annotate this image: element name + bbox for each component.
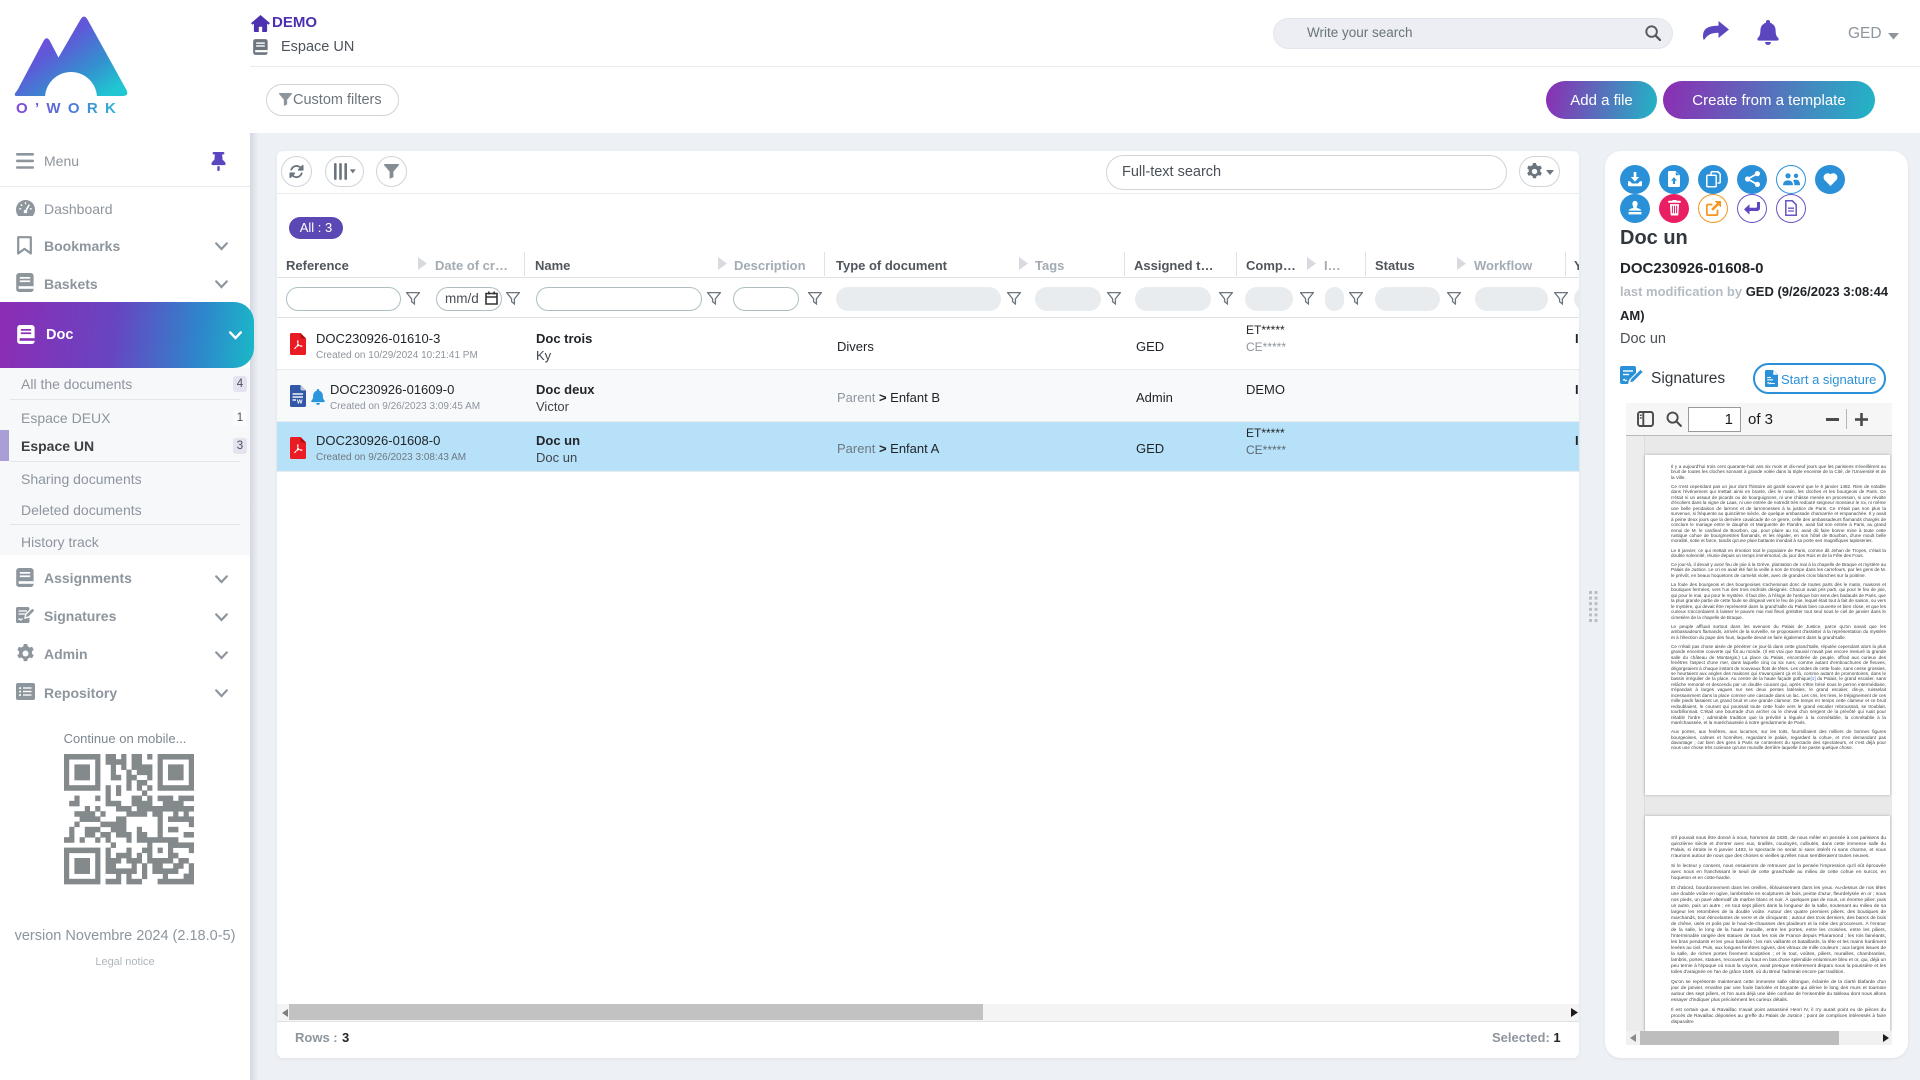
svg-text:O’WORK: O’WORK xyxy=(16,100,123,116)
svg-text:w: w xyxy=(296,399,303,406)
